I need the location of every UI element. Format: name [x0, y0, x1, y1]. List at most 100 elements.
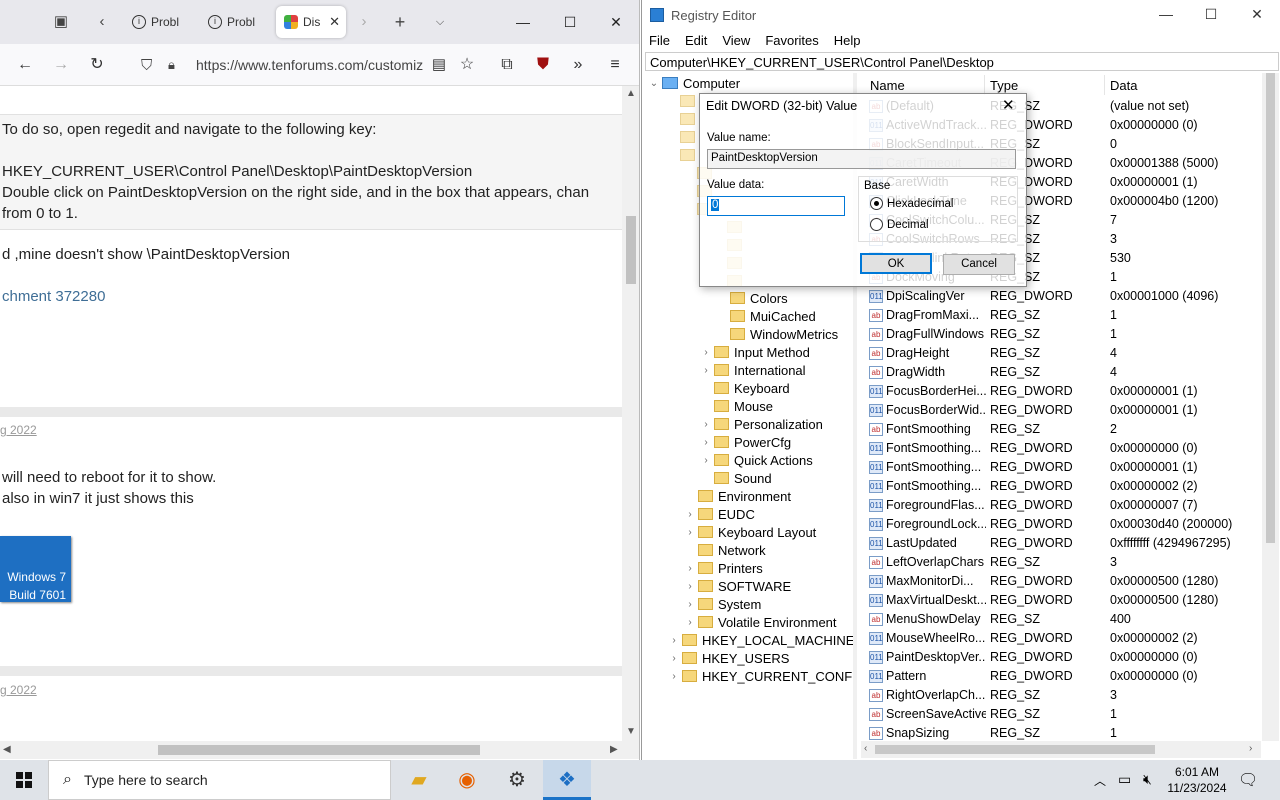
clock[interactable]: 6:01 AM 11/23/2024 — [1162, 764, 1232, 796]
minimize-icon[interactable]: — — [511, 10, 535, 34]
close-tab-icon[interactable]: ✕ — [329, 14, 340, 30]
reload-icon[interactable]: ↻ — [86, 54, 108, 76]
expand-icon[interactable]: › — [682, 581, 698, 592]
column-divider[interactable] — [984, 75, 985, 95]
scroll-right-icon[interactable]: › — [1249, 743, 1252, 754]
tree-item[interactable]: › HKEY_CURRENT_CONFIG — [666, 667, 853, 685]
registry-value-row[interactable]: ab LeftOverlapChars REG_SZ 3 — [861, 553, 1259, 572]
tab-scroll-left-icon[interactable]: ‹ — [92, 12, 112, 32]
column-divider[interactable] — [1104, 75, 1105, 95]
registry-value-row[interactable]: ab DragWidth REG_SZ 4 — [861, 363, 1259, 382]
firefox-icon[interactable]: ◉ — [443, 760, 491, 800]
tree-item[interactable]: › Personalization — [698, 415, 823, 433]
tree-item[interactable]: Mouse — [698, 397, 773, 415]
scroll-down-icon[interactable]: ▼ — [626, 726, 636, 737]
tree-item[interactable]: › Quick Actions — [698, 451, 812, 469]
url-text[interactable]: https://www.tenforums.com/customiz — [196, 57, 423, 73]
scroll-right-icon[interactable]: ▶ — [610, 744, 618, 755]
menu-edit[interactable]: Edit — [678, 31, 715, 51]
menu-view[interactable]: View — [715, 31, 758, 51]
file-explorer-icon[interactable]: ▰ — [395, 760, 443, 800]
tracking-shield-icon[interactable]: ⛉ — [141, 57, 152, 74]
more-tools-icon[interactable]: » — [567, 54, 589, 76]
minimize-icon[interactable]: — — [1154, 6, 1178, 26]
regedit-title-bar[interactable]: Registry Editor — ☐ ✕ — [642, 0, 1280, 31]
list-vertical-scrollbar[interactable] — [1262, 73, 1279, 741]
address-bar[interactable]: Computer\HKEY_CURRENT_USER\Control Panel… — [645, 52, 1279, 71]
scroll-thumb[interactable] — [1266, 73, 1275, 543]
tab-problem-1[interactable]: i Probl — [124, 6, 190, 38]
registry-value-row[interactable]: 011 MaxMonitorDi... REG_DWORD 0x00000500 (1… — [861, 572, 1259, 591]
lock-icon[interactable]: 🔒︎ — [168, 57, 175, 73]
tree-item[interactable]: › SOFTWARE — [682, 577, 791, 595]
column-name[interactable]: Name — [870, 78, 905, 93]
scroll-left-icon[interactable]: ‹ — [864, 743, 867, 754]
new-tab-icon[interactable]: + — [390, 12, 410, 32]
settings-gear-icon[interactable]: ⚙ — [493, 760, 541, 800]
scroll-thumb[interactable] — [158, 745, 480, 755]
tab-overview-icon[interactable]: ▣ — [51, 12, 71, 32]
menu-file[interactable]: File — [642, 31, 678, 51]
maximize-icon[interactable]: ☐ — [1199, 6, 1223, 26]
regedit-taskbar-icon[interactable]: ❖ — [543, 760, 591, 800]
expand-icon[interactable]: › — [698, 347, 714, 358]
tree-item[interactable]: Network — [682, 541, 766, 559]
scroll-up-icon[interactable]: ▲ — [626, 88, 636, 99]
network-icon[interactable]: ▭ — [1118, 771, 1131, 788]
ok-button[interactable]: OK — [860, 253, 932, 274]
list-tabs-icon[interactable]: ⌵ — [430, 12, 450, 32]
registry-value-row[interactable]: 011 LastUpdated REG_DWORD 0xffffffff (42949… — [861, 534, 1259, 553]
show-hidden-icons-icon[interactable]: ︿ — [1094, 772, 1106, 789]
tree-item[interactable]: › System — [682, 595, 761, 613]
page-vertical-scrollbar[interactable]: ▲ ▼ — [622, 86, 639, 741]
menu-icon[interactable]: ≡ — [604, 54, 626, 76]
menu-favorites[interactable]: Favorites — [758, 31, 826, 51]
value-name-field[interactable]: PaintDesktopVersion — [707, 149, 1016, 169]
expand-icon[interactable]: › — [698, 365, 714, 376]
registry-value-row[interactable]: ab DragFullWindows REG_SZ 1 — [861, 325, 1259, 344]
cancel-button[interactable]: Cancel — [943, 254, 1015, 275]
tree-item[interactable]: MuiCached — [714, 307, 816, 325]
registry-value-row[interactable]: 011 FocusBorderWid... REG_DWORD 0x00000001 … — [861, 401, 1259, 420]
tree-item[interactable]: › Volatile Environment — [682, 613, 836, 631]
maximize-icon[interactable]: ☐ — [558, 10, 582, 34]
registry-value-row[interactable]: ab DragHeight REG_SZ 4 — [861, 344, 1259, 363]
ublock-icon[interactable]: ⛊ — [532, 54, 554, 76]
expand-icon[interactable]: › — [682, 509, 698, 520]
scroll-thumb[interactable] — [626, 216, 636, 284]
tab-discussion[interactable]: Dis ✕ — [276, 6, 346, 38]
registry-value-row[interactable]: 011 MouseWheelRo... REG_DWORD 0x00000002 (2… — [861, 629, 1259, 648]
url-bar[interactable]: ⛉ 🔒︎ https://www.tenforums.com/customiz — [136, 50, 426, 80]
expand-icon[interactable]: › — [698, 419, 714, 430]
list-horizontal-scrollbar[interactable]: ‹ › — [861, 741, 1261, 758]
expand-icon[interactable]: › — [682, 563, 698, 574]
registry-value-row[interactable]: 011 FontSmoothing... REG_DWORD 0x00000002 (… — [861, 477, 1259, 496]
expand-icon[interactable]: › — [682, 527, 698, 538]
post-date[interactable]: g 2022 — [0, 423, 37, 437]
bookmark-star-icon[interactable]: ☆ — [456, 54, 478, 76]
reader-view-icon[interactable]: ▤ — [428, 54, 450, 76]
post-date[interactable]: g 2022 — [0, 683, 37, 697]
registry-value-row[interactable]: 011 FontSmoothing... REG_DWORD 0x00000000 (… — [861, 439, 1259, 458]
close-icon[interactable]: ✕ — [1002, 96, 1015, 114]
registry-value-row[interactable]: 011 ForegroundLock... REG_DWORD 0x00030d40 … — [861, 515, 1259, 534]
tree-item[interactable]: › Printers — [682, 559, 762, 577]
expand-icon[interactable]: › — [698, 437, 714, 448]
page-horizontal-scrollbar[interactable]: ◀ ▶ — [0, 741, 639, 759]
expand-icon[interactable]: › — [682, 617, 698, 628]
attachment-link[interactable]: chment 372280 — [2, 288, 105, 305]
scroll-left-icon[interactable]: ◀ — [3, 744, 11, 755]
notifications-icon[interactable]: 🗨︎ — [1238, 770, 1258, 790]
expand-icon[interactable]: › — [698, 455, 714, 466]
back-icon[interactable]: ← — [14, 54, 36, 76]
tree-item-computer[interactable]: ⌄ Computer — [646, 74, 740, 92]
scroll-thumb[interactable] — [875, 745, 1155, 754]
registry-value-row[interactable]: 011 Pattern REG_DWORD 0x00000000 (0) — [861, 667, 1259, 686]
tree-item[interactable]: › International — [698, 361, 805, 379]
taskbar-search-box[interactable]: ⌕ Type here to search — [48, 760, 391, 800]
tree-item[interactable]: WindowMetrics — [714, 325, 838, 343]
registry-value-row[interactable]: 011 MaxVirtualDeskt... REG_DWORD 0x00000500… — [861, 591, 1259, 610]
close-window-icon[interactable]: ✕ — [604, 10, 628, 34]
column-data[interactable]: Data — [1110, 78, 1137, 93]
hexadecimal-radio[interactable]: Hexadecimal — [870, 197, 953, 210]
